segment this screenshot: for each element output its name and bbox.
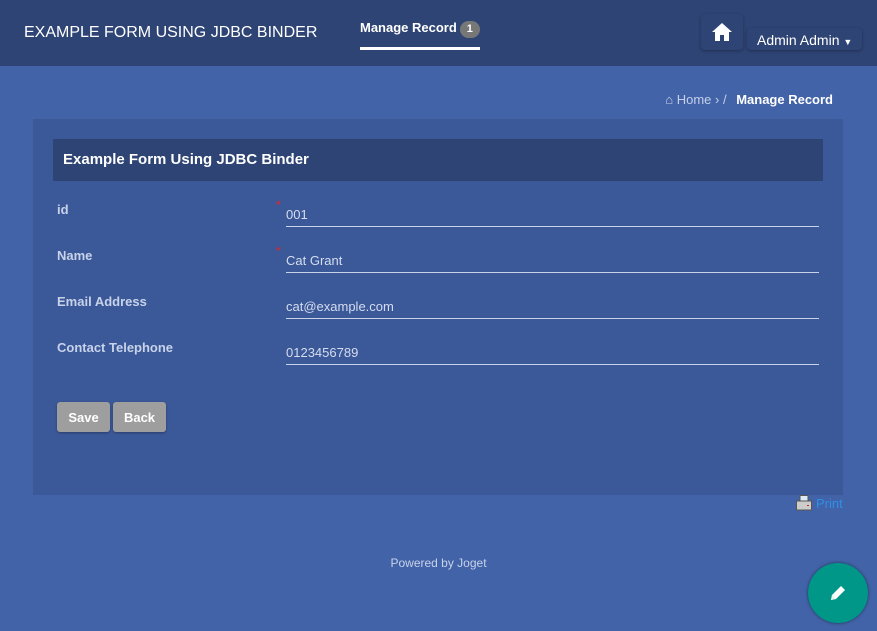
name-input[interactable] — [286, 238, 819, 273]
required-marker: * — [276, 244, 281, 258]
breadcrumb-current: Manage Record — [736, 92, 833, 107]
breadcrumb-home[interactable]: Home — [677, 92, 712, 107]
user-name: Admin Admin — [757, 32, 840, 48]
printer-icon — [796, 495, 812, 511]
nav-manage-record[interactable]: Manage Record 1 — [360, 20, 480, 50]
home-icon — [712, 23, 732, 41]
save-button[interactable]: Save — [57, 402, 110, 432]
caret-down-icon: ▼ — [843, 37, 853, 47]
nav-label: Manage Record — [360, 20, 457, 35]
home-icon: ⌂ — [665, 92, 674, 107]
field-label: id — [57, 202, 69, 217]
field-label: Name — [57, 248, 93, 263]
required-marker: * — [276, 198, 281, 212]
field-label: Email Address — [57, 294, 147, 309]
pencil-icon — [831, 586, 845, 600]
print-label: Print — [816, 495, 843, 511]
form-title: Example Form Using JDBC Binder — [53, 139, 823, 181]
id-input[interactable] — [286, 192, 819, 227]
field-label: Contact Telephone — [57, 340, 174, 355]
breadcrumb: ⌂ Home › / Manage Record — [665, 92, 833, 107]
footer: Powered by Joget — [390, 556, 487, 570]
edit-fab-button[interactable] — [808, 563, 868, 623]
top-bar: EXAMPLE FORM USING JDBC BINDER Manage Re… — [0, 0, 877, 66]
nav-badge: 1 — [459, 21, 480, 38]
telephone-input[interactable] — [286, 330, 819, 365]
app-title[interactable]: EXAMPLE FORM USING JDBC BINDER — [24, 24, 317, 42]
user-menu[interactable]: Admin Admin ▼ — [747, 28, 863, 50]
field-telephone: Contact Telephone — [57, 330, 819, 386]
home-button[interactable] — [701, 14, 743, 50]
back-button[interactable]: Back — [113, 402, 166, 432]
email-input[interactable] — [286, 284, 819, 319]
form-panel: Example Form Using JDBC Binder id * Name… — [33, 119, 843, 495]
print-link[interactable]: Print — [796, 495, 843, 511]
